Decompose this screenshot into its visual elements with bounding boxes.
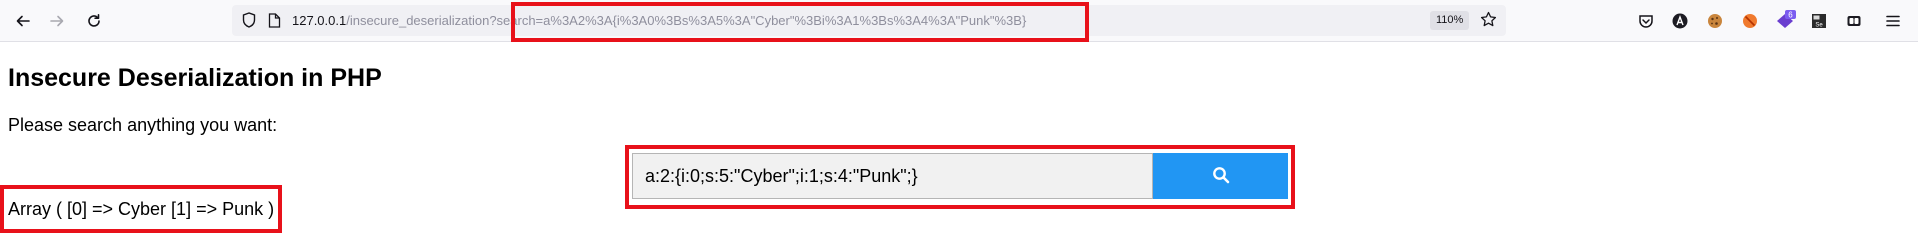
pocket-icon[interactable] [1635,10,1657,32]
svg-text:Se: Se [1815,23,1823,29]
reload-icon[interactable] [83,10,105,32]
url-path: /insecure_deserialization [346,13,490,28]
zoom-indicator[interactable]: 110% [1430,11,1470,30]
blocker-icon[interactable] [1739,10,1761,32]
selenium-icon[interactable]: Se [1808,10,1830,32]
back-arrow-icon[interactable] [12,10,34,32]
search-prompt: Please search anything you want: [8,115,278,135]
cookie-icon[interactable] [1704,10,1726,32]
account-icon[interactable] [1669,10,1691,32]
search-field-highlight [625,145,1295,209]
container-icon[interactable] [1843,10,1865,32]
url-host: 127.0.0.1 [292,13,347,28]
forward-arrow-icon[interactable] [46,10,68,32]
notification-icon[interactable]: 6 [1774,10,1796,32]
page-icon[interactable] [268,13,281,33]
menu-icon[interactable] [1882,10,1904,32]
shield-icon[interactable] [242,12,256,33]
star-icon[interactable] [1480,11,1497,33]
output-highlight [0,185,282,233]
extension-badge: 6 [1788,11,1793,20]
url-query-highlight [511,2,1089,42]
page-title: Insecure Deserialization in PHP [8,64,382,92]
